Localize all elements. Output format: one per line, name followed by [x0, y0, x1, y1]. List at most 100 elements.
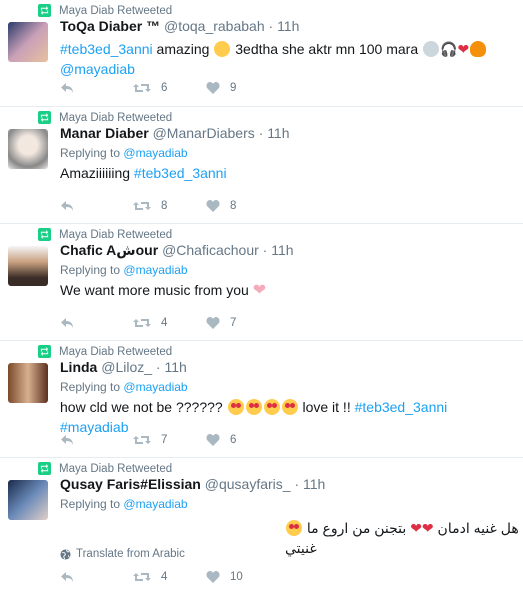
display-name[interactable]: Chafic Aشour: [60, 242, 158, 258]
timestamp[interactable]: 11h: [267, 125, 289, 141]
tweet-header: Manar Diaber @ManarDiabers · 11h: [60, 125, 290, 141]
retweet-icon: [38, 462, 51, 475]
tweet[interactable]: Maya Diab Retweeted Linda @Liloz_ · 11h …: [0, 341, 523, 458]
hashtag[interactable]: #teb3ed_3anni: [355, 399, 448, 415]
display-name[interactable]: ToQa Diaber ™: [60, 18, 160, 34]
globe-icon: [60, 548, 71, 560]
username[interactable]: @toqa_rababah: [164, 18, 265, 34]
retweet-icon: [38, 228, 51, 241]
headphones-emoji-icon: 🎧: [440, 41, 458, 57]
reply-button[interactable]: [60, 200, 133, 212]
retweet-button[interactable]: 8: [133, 200, 206, 212]
reply-icon: [61, 572, 73, 582]
red-heart-emoji-icon: ❤: [410, 520, 422, 536]
username[interactable]: @qusayfaris_: [205, 476, 291, 492]
translate-button[interactable]: Translate from Arabic: [60, 548, 185, 560]
username[interactable]: @Chaficachour: [162, 242, 259, 258]
like-button[interactable]: 6: [206, 434, 279, 446]
avatar[interactable]: [8, 129, 48, 169]
heart-icon: [206, 317, 220, 329]
like-button[interactable]: 7: [206, 317, 279, 329]
reply-button[interactable]: [60, 434, 133, 446]
tweet-actions: 7 6: [60, 434, 279, 446]
tweet-actions: 4 7: [60, 317, 279, 329]
tweet-text: how cld we not be ?????? love it !! #teb…: [60, 399, 448, 435]
tweet[interactable]: Maya Diab Retweeted Qusay Faris#Elissian…: [0, 458, 523, 595]
retweet-icon: [133, 84, 151, 92]
heart-eyes-emoji-icon: [281, 399, 298, 415]
reply-icon: [61, 435, 73, 445]
sparkling-heart-emoji-icon: ❤: [252, 282, 267, 299]
retweet-context: Maya Diab Retweeted: [38, 111, 172, 124]
replying-to: Replying to @mayadiab: [60, 263, 188, 277]
heart-eyes-emoji-icon: [286, 520, 302, 536]
avatar[interactable]: [8, 480, 48, 520]
tweet-header: Chafic Aشour @Chaficachour · 11h: [60, 242, 294, 258]
reply-button[interactable]: [60, 82, 133, 94]
retweet-button[interactable]: 4: [133, 317, 206, 329]
like-button[interactable]: 8: [206, 200, 279, 212]
mention[interactable]: @mayadiab: [123, 380, 187, 394]
hashtag[interactable]: #teb3ed_3anni: [60, 41, 153, 57]
heart-icon: [206, 82, 220, 94]
like-button[interactable]: 9: [206, 82, 279, 94]
tweet-header: Linda @Liloz_ · 11h: [60, 359, 187, 375]
tweet[interactable]: Maya Diab Retweeted Manar Diaber @ManarD…: [0, 107, 523, 224]
username[interactable]: @ManarDiabers: [153, 125, 255, 141]
heart-icon: [206, 571, 220, 583]
tweet-header: Qusay Faris#Elissian @qusayfaris_ · 11h: [60, 476, 326, 492]
timestamp[interactable]: 11h: [277, 18, 299, 34]
username[interactable]: @Liloz_: [101, 359, 152, 375]
retweet-icon: [38, 111, 51, 124]
timestamp[interactable]: 11h: [164, 359, 186, 375]
like-button[interactable]: 10: [206, 571, 279, 583]
mention[interactable]: @mayadiab: [123, 263, 187, 277]
reply-icon: [61, 318, 73, 328]
tweet[interactable]: Maya Diab Retweeted ToQa Diaber ™ @toqa_…: [0, 0, 523, 107]
tweet-text: Amaziiiiiing #teb3ed_3anni: [60, 165, 227, 181]
retweet-context: Maya Diab Retweeted: [38, 228, 172, 241]
avatar[interactable]: [8, 363, 48, 403]
display-name[interactable]: Qusay Faris#Elissian: [60, 476, 201, 492]
retweet-context: Maya Diab Retweeted: [38, 462, 172, 475]
retweet-icon: [38, 345, 51, 358]
mention[interactable]: @mayadiab: [123, 497, 187, 511]
heart-icon: [206, 200, 220, 212]
hashtag[interactable]: #teb3ed_3anni: [134, 165, 227, 181]
retweet-icon: [133, 202, 151, 210]
timestamp[interactable]: 11h: [303, 476, 325, 492]
tweet-text: هل غنيه ادمان ❤❤ بتجنن من اروع ما غنيتي: [285, 520, 519, 556]
hashtag[interactable]: #mayadiab: [60, 419, 129, 435]
heart-eyes-emoji-icon: [263, 399, 280, 415]
reply-icon: [61, 83, 73, 93]
reply-button[interactable]: [60, 571, 133, 583]
tweet-actions: 6 9: [60, 82, 279, 94]
heart-eyes-emoji-icon: [227, 399, 244, 415]
red-heart-emoji-icon: ❤: [457, 41, 470, 57]
avatar[interactable]: [8, 22, 48, 62]
tweet[interactable]: Maya Diab Retweeted Chafic Aشour @Chafic…: [0, 224, 523, 341]
tweet-actions: 4 10: [60, 571, 279, 583]
retweet-icon: [133, 436, 151, 444]
display-name[interactable]: Manar Diaber: [60, 125, 149, 141]
avatar[interactable]: [8, 246, 48, 286]
mention[interactable]: @mayadiab: [60, 61, 135, 77]
sleepy-face-emoji-icon: [423, 41, 440, 57]
heart-eyes-emoji-icon: [245, 399, 262, 415]
retweet-icon: [133, 319, 151, 327]
tweet-feed: Maya Diab Retweeted ToQa Diaber ™ @toqa_…: [0, 0, 523, 595]
retweet-icon: [38, 4, 51, 17]
red-heart-emoji-icon: ❤: [421, 520, 434, 536]
timestamp[interactable]: 11h: [271, 242, 293, 258]
reply-button[interactable]: [60, 317, 133, 329]
tweet-text: We want more music from you ❤: [60, 282, 267, 299]
display-name[interactable]: Linda: [60, 359, 97, 375]
retweet-button[interactable]: 7: [133, 434, 206, 446]
replying-to: Replying to @mayadiab: [60, 380, 188, 394]
retweet-button[interactable]: 4: [133, 571, 206, 583]
mention[interactable]: @mayadiab: [123, 146, 187, 160]
retweet-button[interactable]: 6: [133, 82, 206, 94]
replying-to: Replying to @mayadiab: [60, 146, 188, 160]
fire-emoji-icon: [470, 41, 487, 57]
retweet-context: Maya Diab Retweeted: [38, 4, 172, 17]
